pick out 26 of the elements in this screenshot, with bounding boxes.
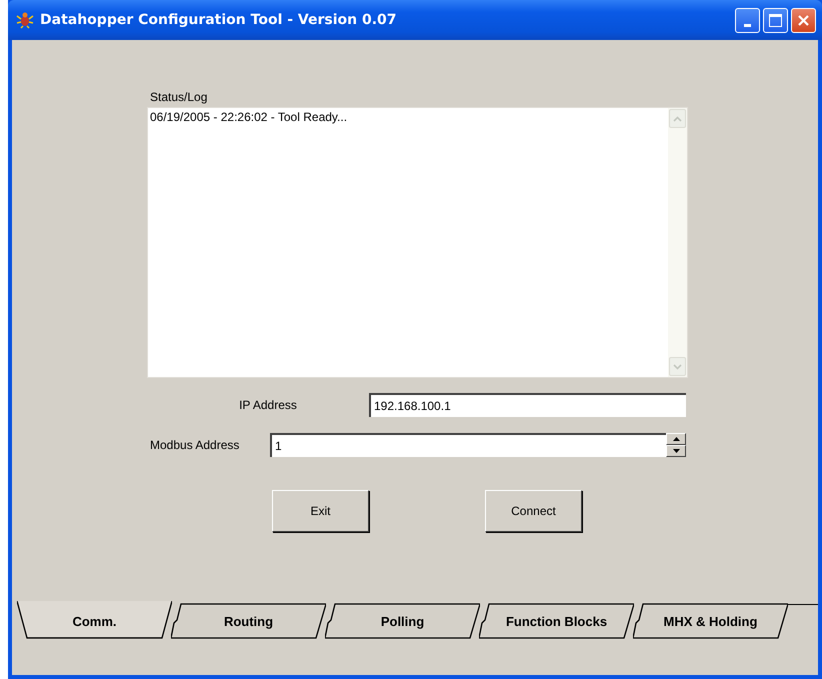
modbus-address-label: Modbus Address	[150, 438, 240, 452]
up-chevron-icon	[673, 116, 682, 122]
ip-address-field[interactable]: 192.168.100.1	[369, 393, 686, 417]
tab[interactable]: Comm.	[17, 601, 172, 639]
minimize-button[interactable]	[735, 8, 760, 32]
up-arrow-icon	[672, 437, 680, 441]
tab[interactable]: Function Blocks	[479, 603, 634, 639]
maximize-button[interactable]	[763, 8, 788, 32]
tab[interactable]: MHX & Holding	[633, 603, 788, 639]
tab[interactable]: Polling	[325, 603, 480, 639]
minimize-icon	[744, 24, 751, 26]
modbus-address-field[interactable]: 1	[270, 433, 666, 457]
spin-buttons[interactable]	[666, 433, 686, 457]
down-arrow-icon	[672, 449, 680, 453]
ip-address-label: IP Address	[238, 398, 298, 412]
window-title: Datahopper Configuration Tool - Version 0.07	[40, 12, 398, 28]
bug-icon	[16, 11, 34, 29]
maximize-icon	[769, 14, 782, 26]
down-chevron-icon	[673, 364, 682, 370]
status-log-label: Status/Log	[150, 90, 208, 106]
close-button[interactable]	[791, 8, 816, 32]
log-line: 06/19/2005 - 22:26:02 - Tool Ready...	[150, 110, 348, 124]
connect-button[interactable]: Connect	[485, 490, 582, 532]
exit-button[interactable]: Exit	[272, 490, 369, 532]
tab[interactable]: Routing	[171, 603, 326, 639]
close-icon	[798, 14, 809, 26]
